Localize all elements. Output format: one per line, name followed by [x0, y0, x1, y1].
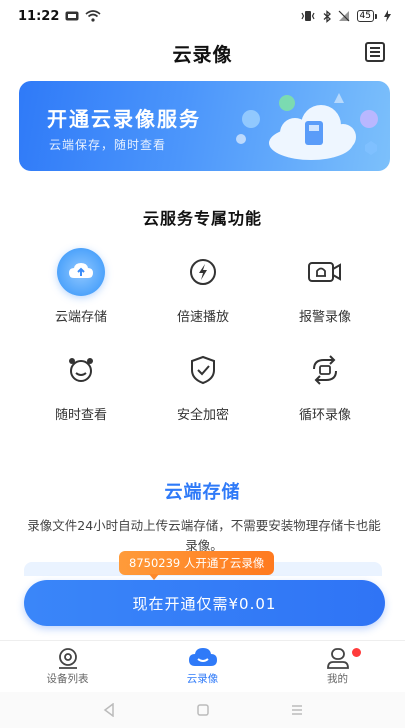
tab-cloud-record[interactable]: 云录像 — [135, 641, 270, 692]
bluetooth-icon — [323, 9, 331, 23]
speed-bolt-icon — [179, 248, 227, 296]
notification-badge — [352, 648, 361, 657]
home-icon[interactable] — [196, 703, 210, 717]
page-title: 云录像 — [172, 43, 233, 66]
tab-label: 我的 — [327, 673, 348, 685]
feature-label: 安全加密 — [176, 408, 229, 423]
feature-label: 报警录像 — [298, 310, 351, 325]
profile-icon — [326, 648, 349, 669]
detail-title: 云端存储 — [164, 482, 241, 503]
back-icon[interactable] — [102, 703, 116, 717]
cloud-upload-icon — [57, 248, 105, 296]
battery-level: 45 — [356, 10, 374, 22]
feature-alarm-recording[interactable]: 报警录像 — [265, 248, 385, 325]
status-time: 11:22 — [18, 8, 60, 24]
notification-icon — [65, 11, 79, 21]
feature-cloud-storage[interactable]: 云端存储 — [21, 248, 141, 325]
feature-anytime-view[interactable]: 随时查看 — [21, 346, 141, 423]
banner-subtitle: 云端保存，随时查看 — [49, 138, 167, 152]
feature-loop-recording[interactable]: 循环录像 — [265, 346, 385, 423]
subscriber-count-tooltip: 8750239 人开通了云录像 — [119, 551, 275, 580]
alarm-camera-icon — [301, 248, 349, 296]
feature-label: 随时查看 — [54, 408, 107, 423]
device-list-icon — [58, 648, 77, 669]
charging-icon — [384, 10, 391, 22]
feature-speed-playback[interactable]: 倍速播放 — [143, 248, 263, 325]
system-nav-bar — [0, 692, 405, 728]
subscribe-button[interactable]: 现在开通仅需¥0.01 — [24, 580, 385, 626]
feature-label: 倍速播放 — [176, 310, 229, 325]
tab-label: 云录像 — [186, 673, 219, 685]
feature-security-encryption[interactable]: 安全加密 — [143, 346, 263, 423]
cloud-record-icon — [188, 648, 217, 666]
tab-bar: 设备列表 云录像 我的 — [0, 640, 405, 692]
features-section-title: 云服务专属功能 — [142, 209, 262, 228]
feature-label: 循环录像 — [298, 408, 351, 423]
banner-title: 开通云录像服务 — [47, 107, 201, 131]
tab-label: 设备列表 — [46, 673, 89, 685]
cloud-illustration-icon — [236, 93, 378, 160]
signal-off-icon — [338, 10, 350, 22]
recents-icon[interactable] — [290, 703, 304, 717]
menu-list-icon[interactable] — [365, 42, 385, 62]
loop-record-icon — [301, 346, 349, 394]
promo-banner[interactable]: 开通云录像服务 云端保存，随时查看 — [19, 81, 390, 171]
tab-profile[interactable]: 我的 — [270, 641, 405, 692]
status-bar: 11:22 45 — [0, 0, 405, 32]
tab-device-list[interactable]: 设备列表 — [0, 641, 135, 692]
alarm-clock-icon — [57, 346, 105, 394]
feature-label: 云端存储 — [54, 310, 107, 325]
battery-icon: 45 — [356, 10, 377, 22]
shield-check-icon — [179, 346, 227, 394]
tooltip-text: 8750239 人开通了云录像 — [129, 556, 265, 570]
wifi-icon — [85, 10, 101, 22]
detail-description: 录像文件24小时自动上传云端存储，不需要安装物理存储卡也能录像。 — [27, 518, 381, 553]
header: 云录像 — [0, 32, 405, 74]
vibrate-mute-icon — [300, 10, 316, 22]
